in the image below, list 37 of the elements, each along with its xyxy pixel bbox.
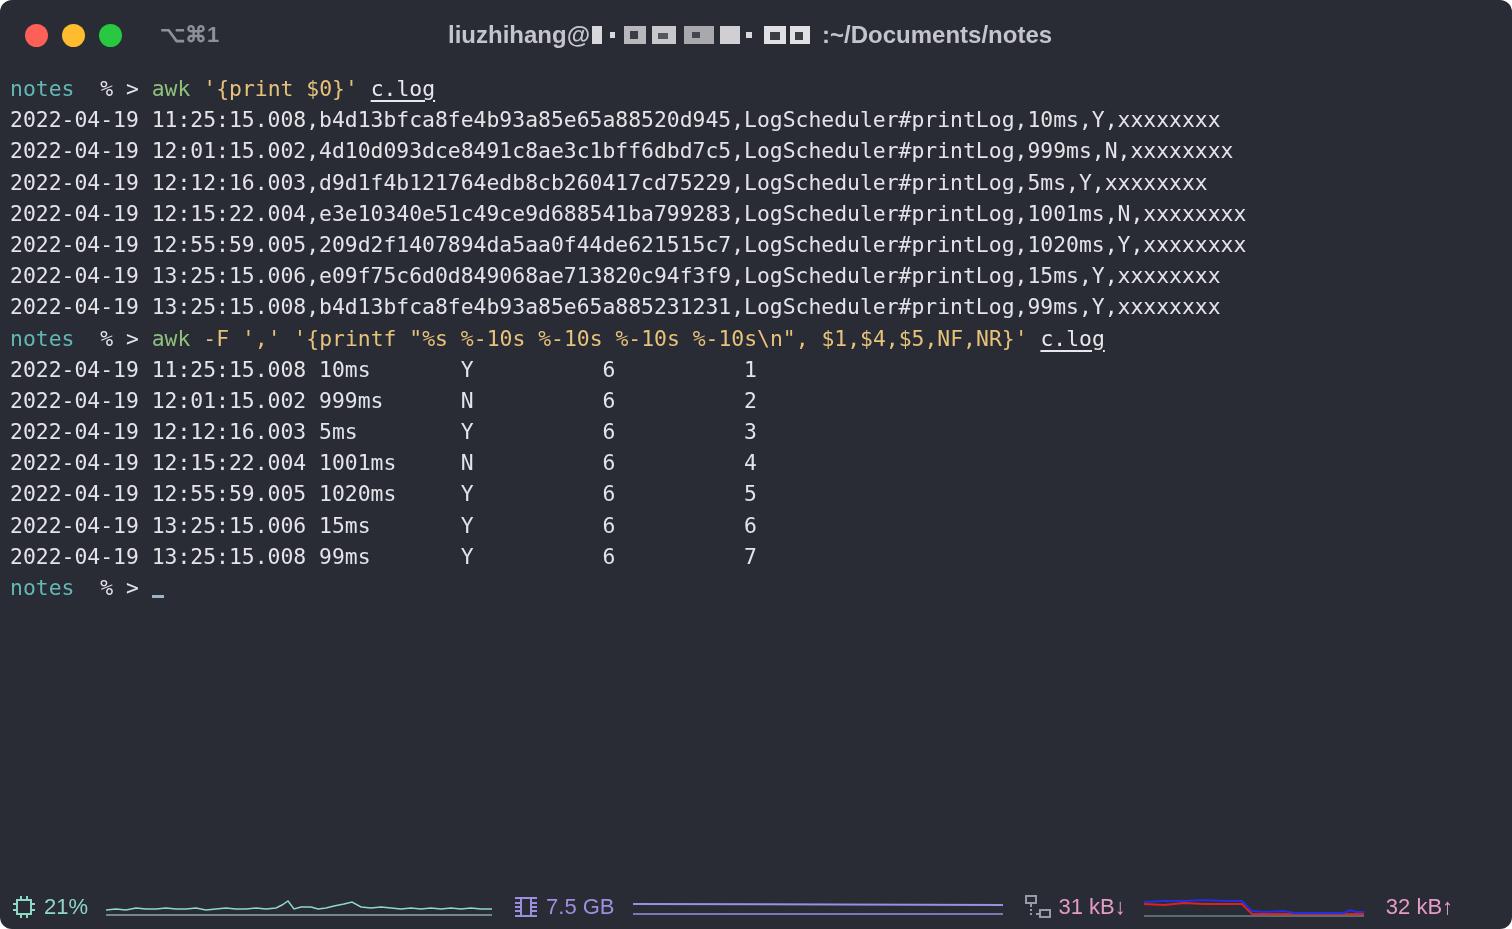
prompt-symbol: % > <box>100 574 139 602</box>
command-argument: '{printf "%s %-10s %-10s %-10s %-10s\n", $1,$4,$5,NF,NR}' <box>293 324 1028 353</box>
network-icon <box>1024 895 1051 919</box>
output-line: 2022-04-19 13:25:15.008 99ms Y 6 7 <box>10 542 757 571</box>
output-line: 2022-04-19 12:15:22.004 1001ms N 6 4 <box>10 449 757 478</box>
output-line: 2022-04-19 12:01:15.002 999ms N 6 2 <box>10 386 757 415</box>
output-line: 2022-04-19 12:55:59.005,209d2f1407894da5aa0f44de621515c7,LogScheduler#printLog,1020ms,Y,xxxxxxxx <box>10 230 1247 259</box>
output-line: 2022-04-19 11:25:15.008,b4d13bfca8fe4b93a85e65a88520d945,LogScheduler#printLog,10ms,Y,xxxxxxxx <box>10 106 1221 135</box>
output-line: 2022-04-19 11:25:15.008 10ms Y 6 1 <box>10 355 757 384</box>
prompt-directory: notes <box>10 574 75 602</box>
tab-shortcut: ⌥⌘1 <box>160 22 220 48</box>
output-line: 2022-04-19 12:15:22.004,e3e10340e51c49ce9d688541ba799283,LogScheduler#printLog,1001ms,N,xxxxxxxx <box>10 199 1247 228</box>
output-line: 2022-04-19 12:12:16.003,d9d1f4b121764edb8cb260417cd75229,LogScheduler#printLog,5ms,Y,xxxxxxxx <box>10 168 1208 197</box>
upload-rate: 32 kB↑ <box>1385 894 1454 920</box>
command-argument: ',' <box>241 324 281 353</box>
cpu-usage: 21% <box>44 894 89 920</box>
output-line: 2022-04-19 13:25:15.008,b4d13bfca8fe4b93a85e65a885231231,LogScheduler#printLog,99ms,Y,xxxxxxxx <box>10 293 1221 322</box>
output-line: 2022-04-19 12:01:15.002,4d10d093dce8491c8ae3c1bff6dbd7c5,LogScheduler#printLog,999ms,N,xxxxxxxx <box>10 137 1234 166</box>
output-line: 2022-04-19 12:55:59.005 1020ms Y 6 5 <box>10 480 757 509</box>
command-argument: -F <box>203 324 230 353</box>
zoom-button[interactable] <box>99 23 122 47</box>
window-path: :~/Documents/notes <box>822 21 1053 49</box>
output-line: 2022-04-19 13:25:15.006,e09f75c6d0d849068ae713820c94f3f9,LogScheduler#printLog,15ms,Y,xxxxxxxx <box>10 262 1221 291</box>
memory-usage: 7.5 GB <box>546 894 615 920</box>
command-name: awk <box>151 75 191 103</box>
output-line: 2022-04-19 13:25:15.006 15ms Y 6 6 <box>10 511 757 540</box>
output-line: 2022-04-19 12:12:16.003 5ms Y 6 3 <box>10 418 757 447</box>
prompt-symbol: % > <box>100 324 139 353</box>
prompt-symbol: % > <box>100 75 139 103</box>
close-button[interactable] <box>25 23 48 47</box>
command-argument: '{print $0}' <box>203 75 358 103</box>
download-rate: 31 kB↓ <box>1058 894 1126 920</box>
prompt-directory: notes <box>10 324 75 353</box>
command-name: awk <box>151 324 191 353</box>
minimize-button[interactable] <box>62 23 85 47</box>
prompt-directory: notes <box>10 75 75 103</box>
window-title: liuzhihang@ <box>448 21 591 49</box>
